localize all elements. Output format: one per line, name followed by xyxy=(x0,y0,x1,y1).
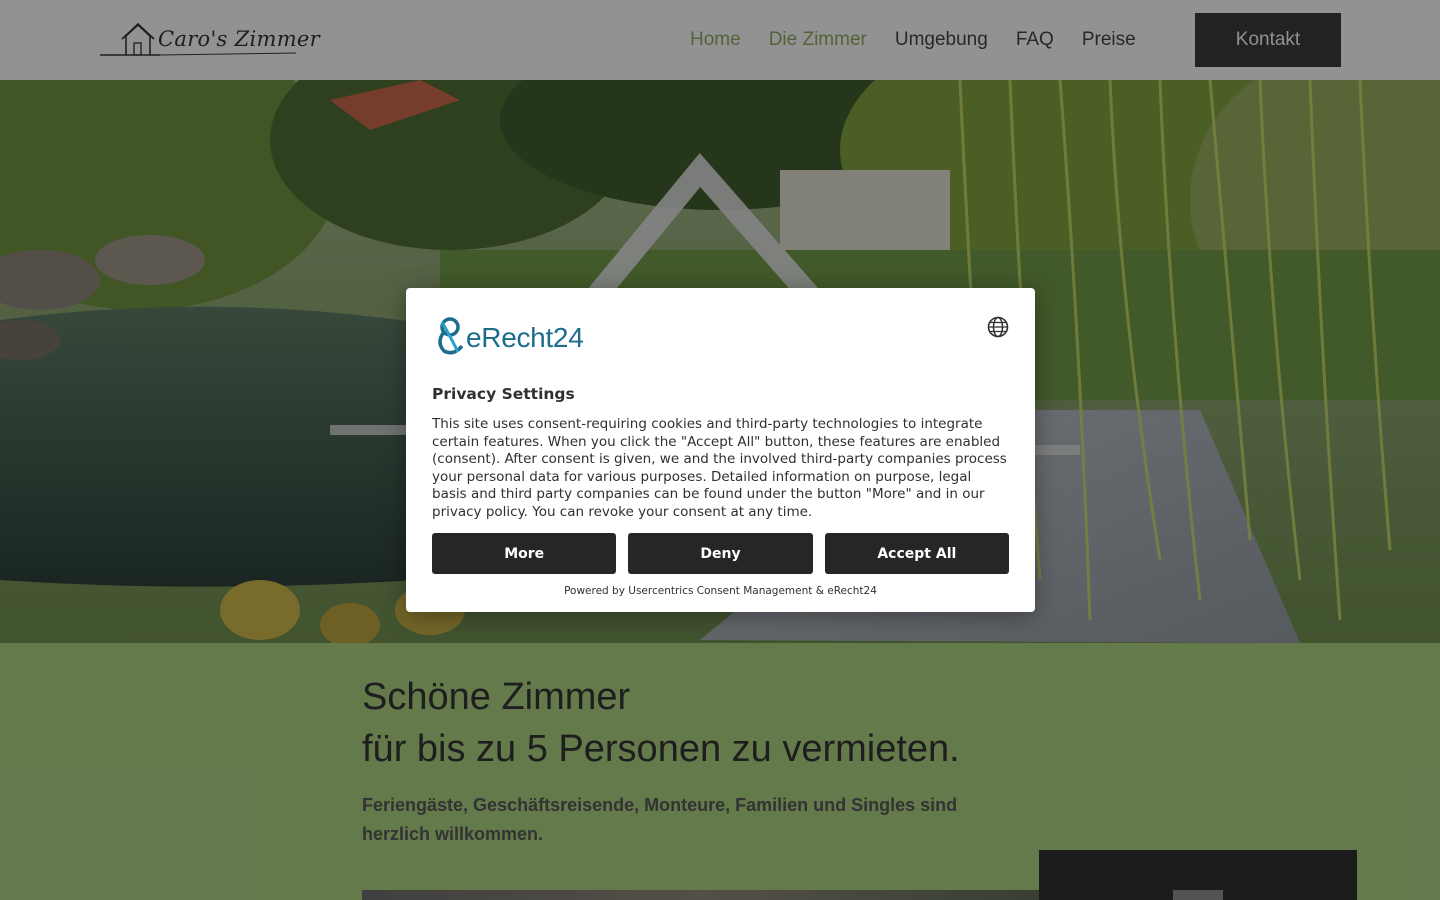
language-globe-icon[interactable] xyxy=(987,316,1009,338)
consent-button-row: More Deny Accept All xyxy=(432,533,1009,574)
dialog-title: Privacy Settings xyxy=(432,385,575,403)
page: Caro's Zimmer Home Die Zimmer Umgebung F… xyxy=(0,0,1440,900)
erecht24-logo: eRecht24 xyxy=(432,314,602,356)
accept-all-button[interactable]: Accept All xyxy=(824,533,1009,574)
more-button[interactable]: More xyxy=(432,533,617,574)
erecht24-logo-text: eRecht24 xyxy=(466,322,584,353)
erecht24-symbol-icon xyxy=(438,317,464,355)
powered-by-text: Powered by Usercentrics Consent Manageme… xyxy=(564,585,877,597)
dialog-body-text: This site uses consent-requiring cookies… xyxy=(432,416,1007,520)
privacy-settings-dialog: eRecht24 Privacy Settings This site uses… xyxy=(406,288,1035,612)
deny-button[interactable]: Deny xyxy=(628,533,813,574)
